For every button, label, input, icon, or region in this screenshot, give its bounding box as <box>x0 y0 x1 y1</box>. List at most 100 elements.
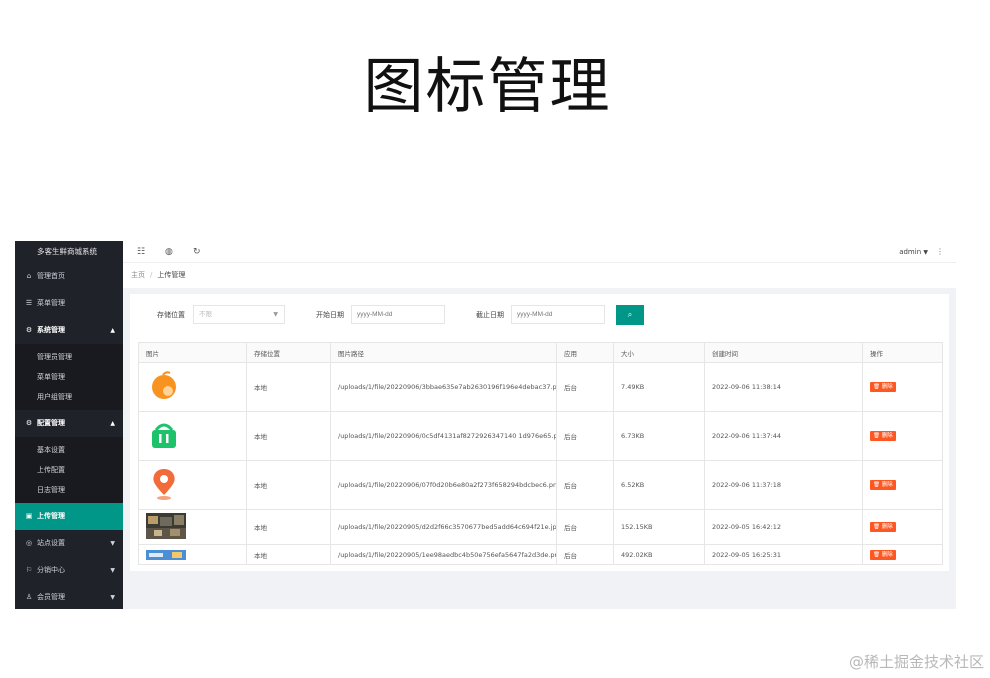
thumbnail-cell <box>138 509 247 545</box>
sidebar-item-label: 管理首页 <box>37 272 65 280</box>
size-cell: 6.52KB <box>613 460 705 510</box>
action-cell: 🗑 删除 <box>862 460 943 510</box>
home-icon: ⌂ <box>26 272 32 280</box>
breadcrumb-current: 上传管理 <box>157 271 186 279</box>
chevron-up-icon: ▲ <box>110 420 115 427</box>
sidebar-item-home[interactable]: ⌂ 管理首页 <box>15 263 123 290</box>
path-cell: /uploads/1/file/20220905/d2d2f66c3570677… <box>330 509 557 545</box>
chevron-down-icon: ▼ <box>110 594 115 601</box>
sidebar-item-distribution[interactable]: ⚐ 分销中心 ▼ <box>15 557 123 584</box>
app-cell: 后台 <box>556 509 614 545</box>
caret-down-icon: ▼ <box>923 249 928 256</box>
delete-button[interactable]: 🗑 删除 <box>870 522 896 532</box>
image-icon: ▣ <box>25 512 33 520</box>
location-cell: 本地 <box>246 411 331 461</box>
size-cell: 7.49KB <box>613 362 705 412</box>
brand-name: 多客生鲜商城系统 <box>15 241 123 263</box>
more-icon[interactable]: ⋮ <box>936 241 944 263</box>
sidebar-submenu-system: 管理员管理 菜单管理 用户组管理 <box>15 344 123 410</box>
sidebar-item-site[interactable]: ◎ 站点设置 ▼ <box>15 530 123 557</box>
path-cell: /uploads/1/file/20220906/0c5df4131af8272… <box>330 411 557 461</box>
sidebar-subitem-menus[interactable]: 菜单管理 <box>15 367 123 387</box>
thumbnail-cell <box>138 411 247 461</box>
globe-icon[interactable]: ◍ <box>165 241 173 263</box>
user-icon: ♙ <box>25 593 33 601</box>
table-row: 本地 /uploads/1/file/20220905/d2d2f66c3570… <box>138 509 943 545</box>
table-header-row: 图片 存储位置 图片路径 应用 大小 创建时间 操作 <box>138 342 943 363</box>
breadcrumb-home[interactable]: 主页 <box>131 271 145 279</box>
column-header: 操作 <box>862 342 943 363</box>
created-cell: 2022-09-06 11:38:14 <box>704 362 863 412</box>
storage-select[interactable]: 不限 ▼ <box>193 305 285 324</box>
sidebar-subitem-groups[interactable]: 用户组管理 <box>15 387 123 407</box>
list-icon: ☰ <box>25 299 33 307</box>
search-button[interactable]: ⌕ <box>616 305 644 325</box>
green-basket-icon[interactable] <box>146 418 186 452</box>
globe-icon: ◎ <box>25 539 33 547</box>
chevron-up-icon: ▲ <box>110 327 115 334</box>
sidebar-item-label: 配置管理 <box>37 419 65 427</box>
filter-form: 存储位置 不限 ▼ 开始日期 截止日期 ⌕ <box>130 305 949 325</box>
column-header: 应用 <box>556 342 614 363</box>
banner-thumbnail[interactable] <box>146 549 186 560</box>
user-menu[interactable]: admin ▼ <box>899 241 928 263</box>
sidebar-item-label: 分销中心 <box>37 566 65 574</box>
sidebar-subitem-logs[interactable]: 日志管理 <box>15 480 123 500</box>
sidebar-item-label: 会员管理 <box>37 593 65 601</box>
path-cell: /uploads/1/file/20220905/1ee98aedbc4b50e… <box>330 544 557 565</box>
sidebar-item-label: 菜单管理 <box>37 299 65 307</box>
action-cell: 🗑 删除 <box>862 509 943 545</box>
table-row: 本地 /uploads/1/file/20220906/07f0d20b6e80… <box>138 460 943 510</box>
size-cell: 492.02KB <box>613 544 705 565</box>
delete-button[interactable]: 🗑 删除 <box>870 382 896 392</box>
sidebar-submenu-config: 基本设置 上传配置 日志管理 <box>15 437 123 503</box>
sidebar-item-config[interactable]: ⚙ 配置管理 ▲ <box>15 410 123 437</box>
username: admin <box>899 248 922 256</box>
column-header: 大小 <box>613 342 705 363</box>
delete-button[interactable]: 🗑 删除 <box>870 549 896 560</box>
storage-select-value: 不限 <box>199 310 212 318</box>
end-date-input[interactable] <box>511 305 605 324</box>
photo-thumbnail[interactable] <box>146 513 186 539</box>
path-cell: /uploads/1/file/20220906/3bbae635e7ab263… <box>330 362 557 412</box>
created-cell: 2022-09-05 16:25:31 <box>704 544 863 565</box>
column-header: 存储位置 <box>246 342 331 363</box>
column-header: 图片路径 <box>330 342 557 363</box>
sidebar: 多客生鲜商城系统 ⌂ 管理首页 ☰ 菜单管理 ⚙ 系统管理 ▲ 管理员管理 菜单管理 … <box>15 241 123 609</box>
action-cell: 🗑 删除 <box>862 411 943 461</box>
orange-pin-icon[interactable] <box>146 467 186 501</box>
table-row: 本地 /uploads/1/file/20220906/3bbae635e7ab… <box>138 362 943 412</box>
size-cell: 152.15KB <box>613 509 705 545</box>
orange-fruit-icon[interactable] <box>146 369 186 403</box>
gear-icon: ⚙ <box>25 326 33 334</box>
sidebar-item-upload[interactable]: ▣ 上传管理 <box>15 503 123 530</box>
delete-button[interactable]: 🗑 删除 <box>870 480 896 490</box>
column-header: 创建时间 <box>704 342 863 363</box>
storage-label: 存储位置 <box>157 311 185 319</box>
admin-app: 多客生鲜商城系统 ⌂ 管理首页 ☰ 菜单管理 ⚙ 系统管理 ▲ 管理员管理 菜单管理 … <box>15 241 956 609</box>
start-date-label: 开始日期 <box>316 311 344 319</box>
watermark: @稀土掘金技术社区 <box>848 653 984 671</box>
sidebar-item-menu[interactable]: ☰ 菜单管理 <box>15 290 123 317</box>
sidebar-item-system[interactable]: ⚙ 系统管理 ▲ <box>15 317 123 344</box>
sidebar-subitem-upload-config[interactable]: 上传配置 <box>15 460 123 480</box>
sidebar-subitem-basic[interactable]: 基本设置 <box>15 440 123 460</box>
size-cell: 6.73KB <box>613 411 705 461</box>
start-date-input[interactable] <box>351 305 445 324</box>
refresh-icon[interactable]: ↻ <box>193 241 201 263</box>
app-cell: 后台 <box>556 411 614 461</box>
sidebar-subitem-admins[interactable]: 管理员管理 <box>15 347 123 367</box>
location-cell: 本地 <box>246 362 331 412</box>
sidebar-item-label: 上传管理 <box>37 512 65 520</box>
sidebar-item-members[interactable]: ♙ 会员管理 ▼ <box>15 584 123 609</box>
chevron-down-icon: ▼ <box>110 540 115 547</box>
collapse-menu-icon[interactable]: ☷ <box>137 241 145 263</box>
breadcrumb: 主页 / 上传管理 <box>123 263 956 288</box>
slide-title: 图标管理 <box>363 52 612 122</box>
column-header: 图片 <box>138 342 247 363</box>
app-cell: 后台 <box>556 460 614 510</box>
chevron-down-icon: ▼ <box>273 311 278 318</box>
delete-button[interactable]: 🗑 删除 <box>870 431 896 441</box>
thumbnail-cell <box>138 544 247 565</box>
thumbnail-cell <box>138 460 247 510</box>
